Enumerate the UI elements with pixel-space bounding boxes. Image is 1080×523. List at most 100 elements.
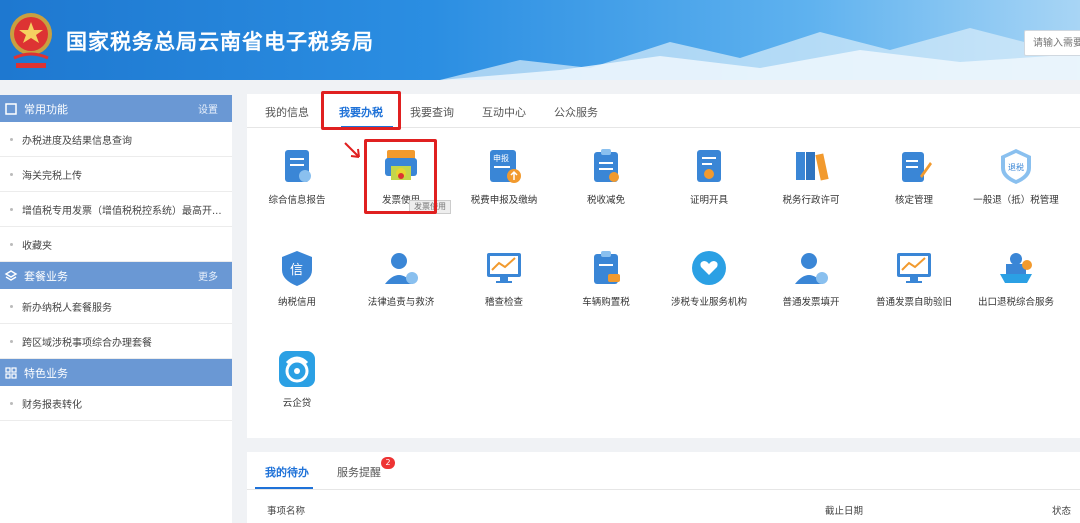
tax-emblem-icon <box>10 13 52 68</box>
tab-my-info[interactable]: 我的信息 <box>265 104 309 120</box>
vehicle-doc-icon <box>594 251 620 284</box>
section-title: 套餐业务 <box>24 269 68 283</box>
service-legal-remedy[interactable]: 法律追责与救济 <box>351 248 451 310</box>
sidebar-item-cross-region[interactable]: 跨区域涉税事项综合办理套餐 <box>0 324 232 359</box>
tab-query[interactable]: 我要查询 <box>410 104 454 120</box>
bullet-icon <box>10 339 13 343</box>
sidebar-item-label: 收藏夹 <box>22 240 52 252</box>
bullet-icon <box>10 172 13 176</box>
service-tax-relief[interactable]: 税收减免 <box>556 146 656 208</box>
service-label: 云企贷 <box>282 398 312 409</box>
service-label: 税务行政许可 <box>782 195 840 206</box>
service-declare-pay[interactable]: 申报 税费申报及缴纳 <box>454 146 554 208</box>
site-header: 国家税务总局云南省电子税务局 <box>0 0 1080 80</box>
service-label: 综合信息报告 <box>268 195 326 206</box>
service-label: 税收减免 <box>586 195 625 206</box>
sidebar-item-vat-invoice[interactable]: 增值税专用发票（增值税税控系统）最高开... <box>0 192 232 227</box>
sidebar-item-favorites[interactable]: 收藏夹 <box>0 227 232 262</box>
settings-link[interactable]: 设置 <box>198 101 218 116</box>
column-header-name: 事项名称 <box>267 506 306 517</box>
pointer-arrow-icon <box>344 142 360 158</box>
sidebar: 常用功能 设置 办税进度及结果信息查询 海关完税上传 增值税专用发票（增值税税控… <box>0 95 232 523</box>
highlight-box-tab <box>321 91 401 130</box>
service-certificate[interactable]: 证明开具 <box>659 146 759 208</box>
service-label: 税费申报及缴纳 <box>470 195 538 206</box>
bullet-icon <box>10 207 13 211</box>
heart-hand-icon <box>692 251 726 285</box>
monitor-trend-icon <box>897 253 931 283</box>
tab-my-todo[interactable]: 我的待办 <box>265 464 309 480</box>
service-label: 普通发票自助验旧 <box>875 297 952 308</box>
certificate-icon <box>697 150 721 182</box>
service-cloud-loan[interactable]: 云企贷 <box>247 349 347 411</box>
service-credit[interactable]: 信 纳税信用 <box>247 248 347 310</box>
service-tax-refund[interactable]: 退税 一般退（抵）税管理 <box>966 146 1066 208</box>
sidebar-item-label: 跨区域涉税事项综合办理套餐 <box>22 337 152 349</box>
document-icon <box>285 150 311 182</box>
sidebar-item-label: 海关完税上传 <box>22 170 82 182</box>
tab-interaction[interactable]: 互动中心 <box>482 104 526 120</box>
more-link[interactable]: 更多 <box>198 268 218 283</box>
service-label: 核定管理 <box>894 195 933 206</box>
service-label: 法律追责与救济 <box>367 297 435 308</box>
cloud-loan-icon <box>279 351 315 387</box>
square-icon <box>5 102 17 115</box>
xin-icon-label: 信 <box>290 263 303 278</box>
sidebar-item-progress-query[interactable]: 办税进度及结果信息查询 <box>0 122 232 157</box>
service-audit[interactable]: 稽查检查 <box>454 248 554 310</box>
grid-icon <box>5 366 17 379</box>
mountain-banner <box>440 28 1080 80</box>
column-header-status: 状态 <box>1052 506 1072 517</box>
service-export-refund[interactable]: 出口退税综合服务 <box>966 248 1066 310</box>
service-info-report[interactable]: 综合信息报告 <box>247 146 347 208</box>
section-title: 特色业务 <box>24 366 68 380</box>
service-label: 出口退税综合服务 <box>977 297 1054 308</box>
divider <box>247 489 1080 490</box>
monitor-chart-icon <box>487 253 521 283</box>
service-invoice-verify[interactable]: 普通发票自助验旧 <box>864 248 964 310</box>
site-title: 国家税务总局云南省电子税务局 <box>66 30 374 54</box>
declare-icon: 申报 <box>490 150 521 183</box>
clipboard-icon <box>594 149 619 182</box>
sidebar-item-label: 新办纳税人套餐服务 <box>22 302 112 314</box>
tab-service-reminder[interactable]: 服务提醒 <box>337 464 381 480</box>
sidebar-item-customs-upload[interactable]: 海关完税上传 <box>0 157 232 192</box>
service-label: 涉税专业服务机构 <box>670 297 747 308</box>
sidebar-section-common[interactable]: 常用功能 设置 <box>0 95 232 122</box>
sidebar-item-label: 增值税专用发票（增值税税控系统）最高开... <box>22 205 222 217</box>
service-invoice-issue[interactable]: 普通发票填开 <box>761 248 861 310</box>
service-admin-license[interactable]: 税务行政许可 <box>761 146 861 208</box>
service-assessment[interactable]: 核定管理 <box>864 146 964 208</box>
service-label: 证明开具 <box>689 195 728 206</box>
sidebar-section-package[interactable]: 套餐业务 更多 <box>0 262 232 289</box>
officer-icon <box>795 253 828 284</box>
section-title: 常用功能 <box>24 102 68 116</box>
reminder-badge: 2 <box>381 457 395 469</box>
credit-shield-icon: 信 <box>282 251 312 286</box>
service-label: 车辆购置税 <box>582 297 630 308</box>
todo-panel: 我的待办 服务提醒 2 事项名称 截止日期 状态 <box>247 452 1080 523</box>
column-header-deadline: 截止日期 <box>825 506 864 517</box>
sidebar-item-new-taxpayer[interactable]: 新办纳税人套餐服务 <box>0 289 232 324</box>
refund-shield-icon: 退税 <box>1001 149 1031 184</box>
service-label: 普通发票填开 <box>782 297 840 308</box>
ship-icon <box>1000 253 1032 283</box>
highlight-box-service <box>364 139 437 214</box>
edit-doc-icon <box>902 152 932 182</box>
sidebar-item-label: 办税进度及结果信息查询 <box>22 135 132 147</box>
sidebar-item-report-convert[interactable]: 财务报表转化 <box>0 386 232 421</box>
bullet-icon <box>10 304 13 308</box>
bullet-icon <box>10 137 13 141</box>
service-professional-agency[interactable]: 涉税专业服务机构 <box>659 248 759 310</box>
binders-icon <box>796 152 829 181</box>
bullet-icon <box>10 242 13 246</box>
bullet-icon <box>10 401 13 405</box>
sidebar-section-special[interactable]: 特色业务 <box>0 359 232 386</box>
shenbao-icon-label: 申报 <box>493 153 509 163</box>
tab-public-service[interactable]: 公众服务 <box>554 104 598 120</box>
service-vehicle-tax[interactable]: 车辆购置税 <box>556 248 656 310</box>
officer-scale-icon <box>385 253 418 284</box>
layers-icon <box>4 269 18 281</box>
service-label: 纳税信用 <box>277 297 316 308</box>
search-input[interactable] <box>1024 30 1080 56</box>
